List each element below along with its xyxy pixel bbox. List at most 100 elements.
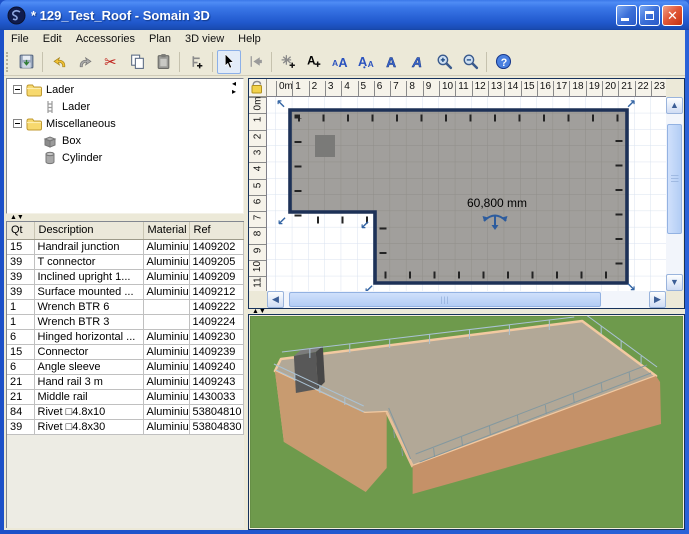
column-header-description[interactable]: Description: [34, 222, 143, 239]
table-row[interactable]: 21Middle railAluminium1430033: [7, 389, 243, 404]
plan-canvas[interactable]: 60,800 mm ↖ ↗ ↘ ↙ ↙ ↙: [267, 97, 666, 291]
toolbar-separator: [42, 52, 43, 72]
add-text-button[interactable]: A: [302, 50, 326, 74]
vertical-splitter-handle[interactable]: ◂▸: [232, 80, 244, 98]
menu-item-plan[interactable]: Plan: [142, 31, 178, 47]
app-logo-icon: [7, 6, 26, 25]
h-ruler-label: 9: [423, 81, 432, 97]
undo-button[interactable]: [47, 50, 71, 74]
table-cell: 21: [7, 389, 34, 404]
table-row[interactable]: 84Rivet □4.8x10Aluminium53804810: [7, 404, 243, 419]
menu-item-edit[interactable]: Edit: [36, 31, 69, 47]
toolbar-grip[interactable]: [6, 52, 13, 72]
h-ruler-label: 12: [472, 81, 486, 97]
svg-text:↙: ↙: [364, 282, 374, 291]
table-row[interactable]: 39T connectorAluminium1409205: [7, 254, 243, 269]
tree-leaf-lader[interactable]: Lader: [7, 98, 243, 115]
minimize-button[interactable]: [616, 5, 637, 26]
tree-leaf-box[interactable]: Box: [7, 132, 243, 149]
accessories-tree[interactable]: LaderLaderMiscellaneousBoxCylinder: [6, 78, 244, 214]
table-cell: 39: [7, 419, 34, 434]
app-window: * 129_Test_Roof - Somain 3D ✕ FileEditAc…: [0, 0, 689, 534]
table-cell: T connector: [34, 254, 143, 269]
plan-vertical-scrollbar[interactable]: ▲ ||| ▼: [666, 97, 683, 291]
menu-item-accessories[interactable]: Accessories: [69, 31, 142, 47]
copy-button[interactable]: [125, 50, 149, 74]
pan-arrow-button[interactable]: [243, 50, 267, 74]
font-decrease-button[interactable]: AA: [354, 50, 378, 74]
v-ruler-label: 0m: [249, 97, 267, 113]
table-cell: 1409230: [189, 329, 243, 344]
table-row[interactable]: 1Wrench BTR 31409224: [7, 314, 243, 329]
tree-node-miscellaneous[interactable]: Miscellaneous: [7, 115, 243, 132]
view-3d-canvas[interactable]: [250, 316, 683, 528]
table-row[interactable]: 6Hinged horizontal ...Aluminium1409230: [7, 329, 243, 344]
tree-expander-icon[interactable]: [13, 119, 22, 128]
table-cell: Rivet □4.8x30: [34, 419, 143, 434]
help-icon: ?: [495, 53, 512, 70]
menu-item-file[interactable]: File: [4, 31, 36, 47]
v-ruler-label: 11: [249, 276, 267, 291]
undo-icon: [51, 53, 68, 70]
table-cell: Aluminium: [143, 374, 189, 389]
tree-node-lader[interactable]: Lader: [7, 81, 243, 98]
scroll-right-button[interactable]: ▶: [649, 291, 666, 308]
font-increase-icon: AA: [332, 53, 349, 70]
help-button[interactable]: ?: [491, 50, 515, 74]
scroll-left-button[interactable]: ◀: [267, 291, 284, 308]
horizontal-scroll-thumb[interactable]: |||: [289, 292, 601, 307]
table-cell: 1409205: [189, 254, 243, 269]
titlebar[interactable]: * 129_Test_Roof - Somain 3D ✕: [0, 0, 689, 30]
h-ruler-label: 3: [325, 81, 334, 97]
column-header-material[interactable]: Material: [143, 222, 189, 239]
dimension-label: 60,800 mm: [467, 196, 527, 210]
zoom-out-button[interactable]: [458, 50, 482, 74]
vertical-scroll-thumb[interactable]: |||: [667, 124, 682, 234]
h-ruler-label: 8: [406, 81, 415, 97]
column-header-ref[interactable]: Ref: [189, 222, 243, 239]
plan-horizontal-scrollbar[interactable]: ◀ ||| ▶: [267, 291, 666, 308]
save-icon: [18, 53, 35, 70]
text-bold-button[interactable]: A: [380, 50, 404, 74]
h-ruler-label: 5: [358, 81, 367, 97]
menu-item-help[interactable]: Help: [231, 31, 268, 47]
add-dimension-icon: [280, 53, 297, 70]
table-cell: Aluminium: [143, 329, 189, 344]
close-button[interactable]: ✕: [662, 5, 683, 26]
tree-expander-icon[interactable]: [13, 85, 22, 94]
zoom-in-button[interactable]: [432, 50, 456, 74]
redo-button[interactable]: [73, 50, 97, 74]
table-row[interactable]: 21Hand rail 3 mAluminium1409243: [7, 374, 243, 389]
menu-item-3d-view[interactable]: 3D view: [178, 31, 231, 47]
table-row[interactable]: 6Angle sleeveAluminium1409240: [7, 359, 243, 374]
table-row[interactable]: 39Rivet □4.8x30Aluminium53804830: [7, 419, 243, 434]
svg-text:↙: ↙: [360, 218, 370, 232]
text-italic-button[interactable]: A: [406, 50, 430, 74]
table-cell: Angle sleeve: [34, 359, 143, 374]
maximize-button[interactable]: [639, 5, 660, 26]
table-row[interactable]: 39Inclined upright 1...Aluminium1409209: [7, 269, 243, 284]
column-header-qt[interactable]: Qt: [7, 222, 34, 239]
select-button[interactable]: [217, 50, 241, 74]
table-cell: 53804830: [189, 419, 243, 434]
table-row[interactable]: 15Handrail junctionAluminium1409202: [7, 239, 243, 254]
paste-button[interactable]: [151, 50, 175, 74]
scroll-up-button[interactable]: ▲: [666, 97, 683, 114]
tree-leaf-cylinder[interactable]: Cylinder: [7, 149, 243, 166]
scroll-down-button[interactable]: ▼: [666, 274, 683, 291]
h-ruler-label: 1: [292, 81, 301, 97]
save-button[interactable]: [14, 50, 38, 74]
roof-obstacle-box[interactable]: [315, 135, 335, 157]
add-text-icon: A: [306, 53, 323, 70]
add-dimension-button[interactable]: [276, 50, 300, 74]
h-ruler-label: 15: [521, 81, 535, 97]
table-cell: Aluminium: [143, 389, 189, 404]
add-post-button[interactable]: [184, 50, 208, 74]
table-row[interactable]: 39Surface mounted ...Aluminium1409212: [7, 284, 243, 299]
table-row[interactable]: 15ConnectorAluminium1409239: [7, 344, 243, 359]
h-ruler-label: 17: [553, 81, 567, 97]
table-row[interactable]: 1Wrench BTR 61409222: [7, 299, 243, 314]
svg-text:A: A: [411, 54, 422, 70]
cut-button[interactable]: ✂: [99, 50, 123, 74]
font-increase-button[interactable]: AA: [328, 50, 352, 74]
